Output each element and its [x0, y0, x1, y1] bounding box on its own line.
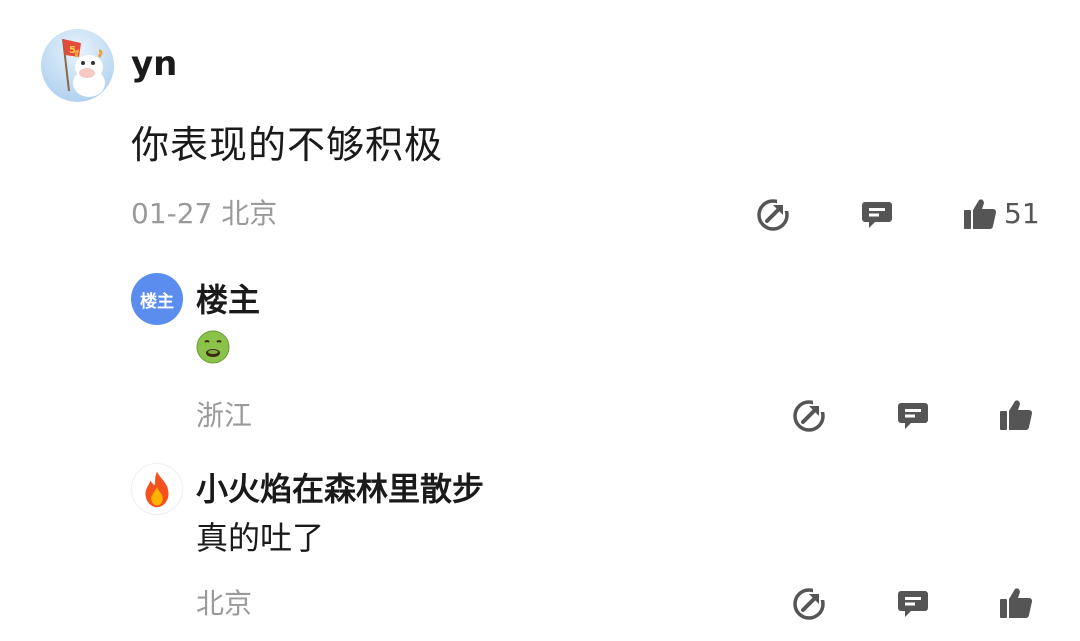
comment-text: 你表现的不够积极: [131, 123, 444, 167]
like-icon[interactable]: [998, 397, 1034, 433]
like-icon[interactable]: [998, 585, 1034, 621]
comment-thread: 5 yn 你表现的不够积极 01-27 北京 51 楼主 楼主 浙江 小火焰在森…: [0, 0, 1080, 641]
share-icon[interactable]: [755, 197, 791, 233]
comment-icon[interactable]: [859, 197, 895, 233]
reply-meta: 北京: [196, 587, 253, 620]
reply-meta: 浙江: [196, 399, 253, 432]
share-icon[interactable]: [791, 586, 827, 622]
avatar[interactable]: 5: [41, 29, 114, 102]
comment-icon[interactable]: [895, 398, 931, 434]
username[interactable]: yn: [131, 42, 177, 86]
like-icon[interactable]: [962, 196, 998, 232]
reply-author-name[interactable]: 小火焰在森林里散步: [196, 469, 484, 509]
fire-emoji-icon: [145, 471, 169, 508]
reply-author-name[interactable]: 楼主: [196, 280, 260, 320]
comment-meta: 01-27 北京: [131, 197, 278, 230]
comment-icon[interactable]: [895, 586, 931, 622]
share-icon[interactable]: [791, 398, 827, 434]
nauseated-face-emoji-icon: [196, 330, 230, 364]
avatar[interactable]: [131, 463, 183, 515]
reply-text: 真的吐了: [196, 519, 325, 557]
like-count: 51: [1004, 197, 1040, 230]
avatar-louzhu[interactable]: 楼主: [131, 273, 183, 325]
